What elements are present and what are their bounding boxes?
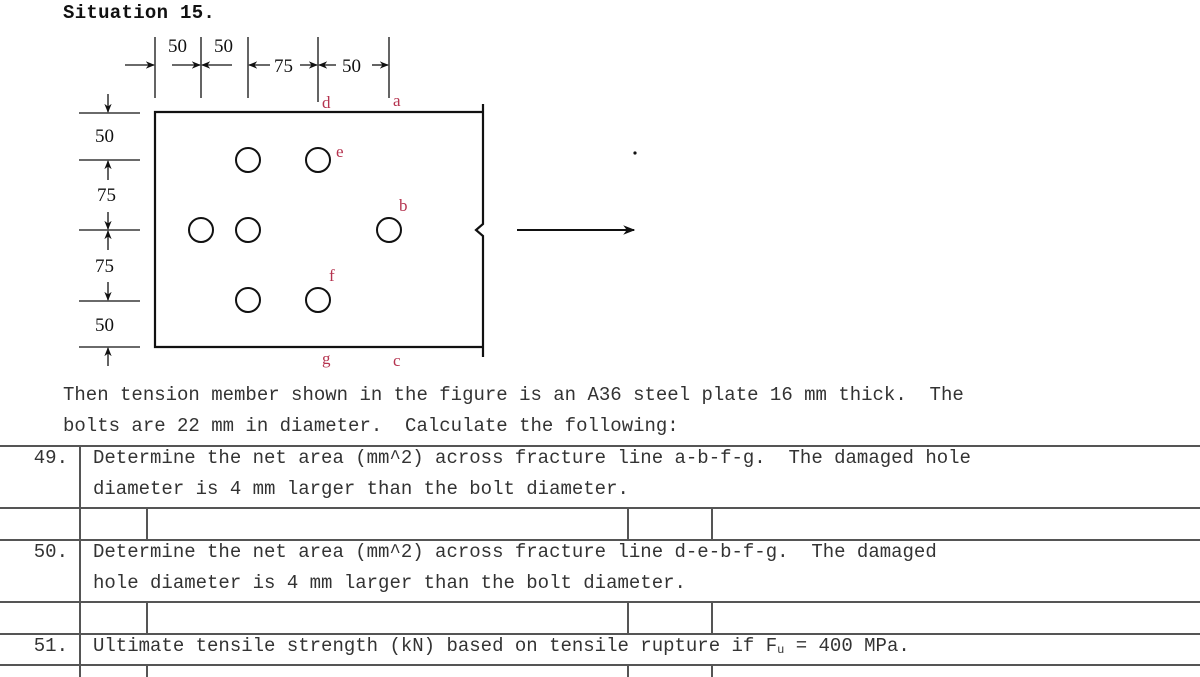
table-column-divider [79, 445, 81, 677]
point-label-d: d [322, 93, 331, 112]
intro-line-1: Then tension member shown in the figure … [63, 384, 964, 406]
question-number-50: 50. [33, 541, 68, 563]
bolt-hole-b [376, 217, 402, 243]
top-dim-1: 50 [168, 36, 187, 57]
bolt-hole [235, 147, 261, 173]
left-dim-4: 50 [95, 315, 114, 336]
answer-cell-divider [711, 601, 713, 634]
answer-cell-divider [146, 507, 148, 540]
point-label-c: c [393, 351, 401, 370]
intro-line-2: bolts are 22 mm in diameter. Calculate t… [63, 415, 679, 437]
left-dim-2: 75 [97, 185, 116, 206]
left-dimension-lines [79, 112, 140, 348]
plate-figure: 50 50 75 50 50 75 75 50 d a e b f g c [79, 36, 637, 370]
bolt-hole-e [305, 147, 331, 173]
bolt-hole [235, 217, 261, 243]
question-number-51: 51. [33, 635, 68, 657]
question-49-line-2: diameter is 4 mm larger than the bolt di… [93, 478, 629, 500]
answer-cell-divider [627, 664, 629, 677]
top-dim-3: 75 [274, 56, 293, 77]
top-dim-4: 50 [342, 56, 361, 77]
top-dim-2: 50 [214, 36, 233, 57]
point-label-f: f [329, 266, 335, 285]
answer-cell-divider [627, 601, 629, 634]
point-label-a: a [393, 91, 401, 110]
table-divider [0, 664, 1200, 666]
question-51-text-end: = 400 MPa. [784, 635, 910, 657]
left-dim-1: 50 [95, 126, 114, 147]
point-label-g: g [322, 349, 331, 368]
answer-cell-divider [711, 664, 713, 677]
point-label-e: e [336, 142, 344, 161]
question-49-line-1: Determine the net area (mm^2) across fra… [93, 447, 971, 469]
answer-cell-divider [146, 664, 148, 677]
bolt-hole [188, 217, 214, 243]
question-number-49: 49. [33, 447, 68, 469]
table-divider [0, 507, 1200, 509]
answer-cell-divider [627, 507, 629, 540]
steel-plate-outline [153, 104, 485, 357]
answer-cell-divider [146, 601, 148, 634]
point-label-b: b [399, 196, 408, 215]
bolt-hole-f [305, 287, 331, 313]
question-51-text: Ultimate tensile strength (kN) based on … [93, 635, 778, 657]
question-51-line-1: Ultimate tensile strength (kN) based on … [93, 635, 910, 657]
bolt-hole [235, 287, 261, 313]
stray-dot [633, 151, 637, 155]
question-50-line-1: Determine the net area (mm^2) across fra… [93, 541, 937, 563]
question-50-line-2: hole diameter is 4 mm larger than the bo… [93, 572, 686, 594]
left-dim-3: 75 [95, 256, 114, 277]
table-divider [0, 601, 1200, 603]
answer-cell-divider [711, 507, 713, 540]
